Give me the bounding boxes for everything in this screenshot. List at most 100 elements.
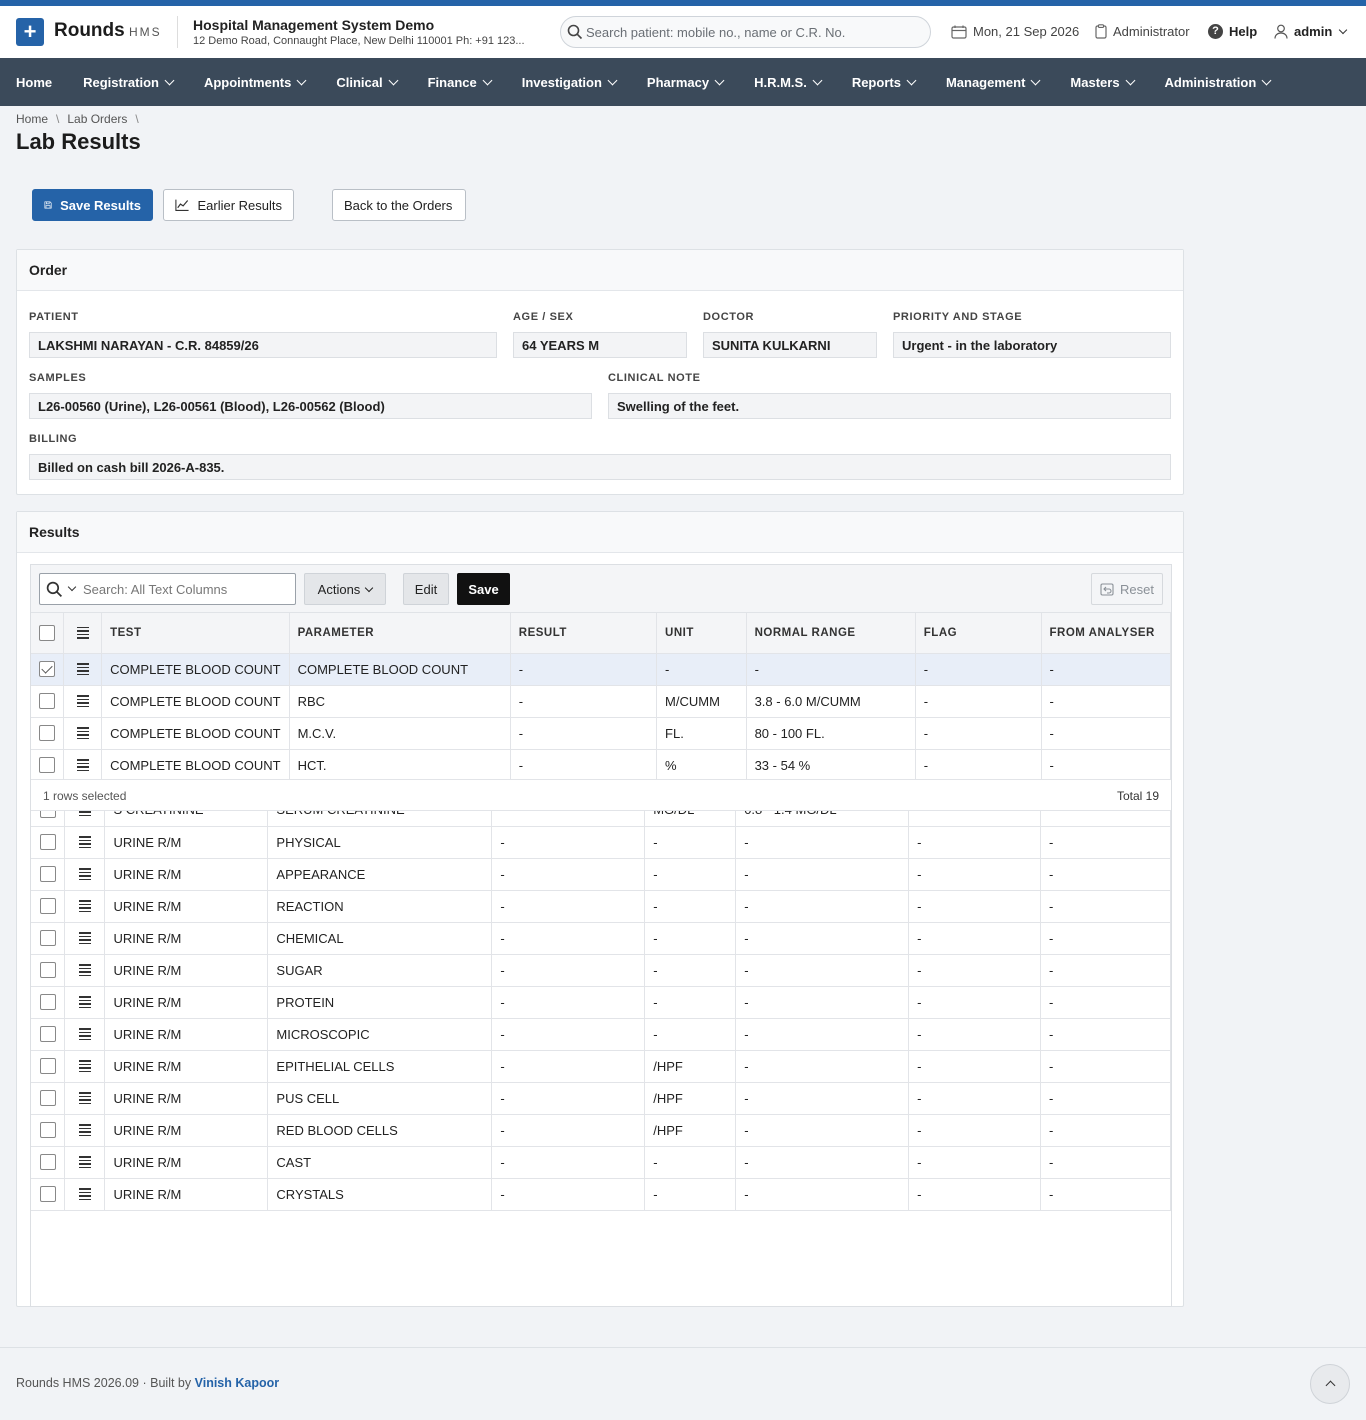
back-to-orders-button[interactable]: Back to the Orders xyxy=(332,189,466,221)
breadcrumb-home[interactable]: Home xyxy=(16,112,48,126)
row-checkbox[interactable] xyxy=(39,1026,56,1043)
nav-reports[interactable]: Reports xyxy=(852,75,917,90)
menu-lines-icon[interactable] xyxy=(78,898,91,914)
cell-result[interactable]: - xyxy=(491,1018,646,1051)
table-row[interactable]: URINE R/M CRYSTALS - - - - - xyxy=(31,1178,1171,1211)
table-row[interactable]: URINE R/M PUS CELL -/HPF - - - xyxy=(31,1082,1171,1115)
row-checkbox[interactable] xyxy=(39,962,56,979)
table-row[interactable]: URINE R/M APPEARANCE - - - - - xyxy=(31,858,1171,891)
table-row[interactable]: COMPLETE BLOOD COUNT HCT. -% 33 - 54 % - - xyxy=(31,749,1171,779)
menu-lines-icon[interactable] xyxy=(76,693,89,709)
cell-result[interactable]: - xyxy=(491,1050,646,1083)
breadcrumb-lab-orders[interactable]: Lab Orders xyxy=(67,112,127,126)
nav-masters[interactable]: Masters xyxy=(1070,75,1135,90)
nav-investigation[interactable]: Investigation xyxy=(522,75,618,90)
cell-result[interactable]: - xyxy=(491,890,646,923)
nav-clinical[interactable]: Clinical xyxy=(336,75,399,90)
menu-lines-icon[interactable] xyxy=(78,866,91,882)
table-row[interactable]: URINE R/M CHEMICAL - - - - - xyxy=(31,922,1171,955)
row-checkbox[interactable] xyxy=(39,834,56,851)
column-header-test[interactable]: TEST xyxy=(101,613,290,654)
row-checkbox[interactable] xyxy=(39,693,56,710)
table-row[interactable]: COMPLETE BLOOD COUNT M.C.V. - FL. 80 - 100 F… xyxy=(31,717,1171,750)
menu-lines-icon[interactable] xyxy=(78,1186,91,1202)
row-checkbox[interactable] xyxy=(39,1058,56,1075)
column-header-parameter[interactable]: PARAMETER xyxy=(289,613,511,654)
cell-result[interactable]: - xyxy=(491,1114,646,1147)
nav-appointments[interactable]: Appointments xyxy=(204,75,307,90)
brand-name[interactable]: Rounds xyxy=(54,20,125,42)
row-checkbox[interactable] xyxy=(39,930,56,947)
table-row[interactable]: URINE R/M SUGAR - - - - - xyxy=(31,954,1171,987)
table-row[interactable]: COMPLETE BLOOD COUNT RBC - M/CUMM 3.8 - 6.0 … xyxy=(31,685,1171,718)
cell-result[interactable]: - xyxy=(510,653,658,686)
menu-lines-icon[interactable] xyxy=(78,930,91,946)
nav-management[interactable]: Management xyxy=(946,75,1041,90)
chevron-down-icon[interactable] xyxy=(67,582,77,592)
cell-result[interactable]: - xyxy=(510,749,658,779)
table-row[interactable]: URINE R/M EPITHELIAL CELLS -/HPF - - - xyxy=(31,1050,1171,1083)
nav-pharmacy[interactable]: Pharmacy xyxy=(647,75,725,90)
row-checkbox[interactable] xyxy=(39,1154,56,1171)
cell-result[interactable]: - xyxy=(491,858,646,891)
user-menu[interactable]: admin xyxy=(1274,24,1348,39)
column-header-from-analyser[interactable]: FROM ANALYSER xyxy=(1041,613,1171,654)
row-checkbox[interactable] xyxy=(39,661,56,678)
help-link[interactable]: ? Help xyxy=(1208,24,1257,39)
actions-menu-button[interactable]: Actions xyxy=(304,573,386,605)
edit-button[interactable]: Edit xyxy=(403,573,449,605)
row-checkbox[interactable] xyxy=(39,725,56,742)
menu-lines-icon[interactable] xyxy=(76,725,89,741)
column-header-normal-range[interactable]: NORMAL RANGE xyxy=(746,613,916,654)
menu-lines-icon[interactable] xyxy=(78,1154,91,1170)
results-table-viewport-bottom[interactable]: S CREATININESERUM CREATININE - MG/DL0.8 - … xyxy=(31,811,1171,1248)
search-icon[interactable] xyxy=(46,581,63,598)
row-checkbox[interactable] xyxy=(39,757,56,774)
save-results-button[interactable]: Save Results xyxy=(32,189,153,221)
menu-lines-icon[interactable] xyxy=(78,1026,91,1042)
table-row[interactable]: URINE R/M PHYSICAL - - - - - xyxy=(31,826,1171,859)
column-header-flag[interactable]: FLAG xyxy=(915,613,1042,654)
column-header-result[interactable]: RESULT xyxy=(510,613,658,654)
table-row[interactable]: URINE R/M CAST - - - - - xyxy=(31,1146,1171,1179)
select-all-checkbox[interactable] xyxy=(39,624,56,641)
cell-result[interactable]: - xyxy=(491,986,646,1019)
menu-lines-icon[interactable] xyxy=(76,757,89,773)
table-row[interactable]: URINE R/M PROTEIN - - - - - xyxy=(31,986,1171,1019)
row-checkbox[interactable] xyxy=(39,994,56,1011)
row-checkbox[interactable] xyxy=(39,866,56,883)
footer-author-link[interactable]: Vinish Kapoor xyxy=(195,1376,280,1390)
cell-result[interactable]: - xyxy=(510,717,658,750)
menu-lines-icon[interactable] xyxy=(78,962,91,978)
row-checkbox[interactable] xyxy=(39,898,56,915)
row-checkbox[interactable] xyxy=(39,811,56,819)
table-row[interactable]: URINE R/M RED BLOOD CELLS -/HPF - - - xyxy=(31,1114,1171,1147)
nav-administration[interactable]: Administration xyxy=(1165,75,1272,90)
nav-finance[interactable]: Finance xyxy=(428,75,493,90)
cell-result[interactable]: - xyxy=(491,922,646,955)
earlier-results-button[interactable]: Earlier Results xyxy=(163,189,294,221)
grid-search-input[interactable] xyxy=(83,574,288,604)
cell-result[interactable]: - xyxy=(491,1082,646,1115)
table-row[interactable]: URINE R/M REACTION - - - - - xyxy=(31,890,1171,923)
table-row[interactable]: COMPLETE BLOOD COUNT COMPLETE BLOOD COUNT… xyxy=(31,653,1171,686)
menu-lines-icon[interactable] xyxy=(78,1122,91,1138)
menu-lines-icon[interactable] xyxy=(78,1090,91,1106)
reset-button[interactable]: Reset xyxy=(1091,573,1163,605)
save-button[interactable]: Save xyxy=(457,573,510,605)
table-row[interactable]: S CREATININESERUM CREATININE-MG/DL0.8 - … xyxy=(31,811,1171,827)
row-checkbox[interactable] xyxy=(39,1186,56,1203)
nav-hrms[interactable]: H.R.M.S. xyxy=(754,75,823,90)
cell-result[interactable]: - xyxy=(491,826,646,859)
row-checkbox[interactable] xyxy=(39,1090,56,1107)
menu-lines-icon[interactable] xyxy=(78,834,91,850)
nav-home[interactable]: Home xyxy=(16,75,52,90)
cell-result[interactable]: - xyxy=(491,954,646,987)
cell-result[interactable]: - xyxy=(491,1178,646,1211)
cell-result[interactable]: - xyxy=(510,685,658,718)
menu-lines-icon[interactable] xyxy=(78,1058,91,1074)
cell-result[interactable]: - xyxy=(491,1146,646,1179)
row-checkbox[interactable] xyxy=(39,1122,56,1139)
menu-lines-icon[interactable] xyxy=(78,811,91,818)
scroll-to-top-button[interactable] xyxy=(1310,1364,1350,1404)
